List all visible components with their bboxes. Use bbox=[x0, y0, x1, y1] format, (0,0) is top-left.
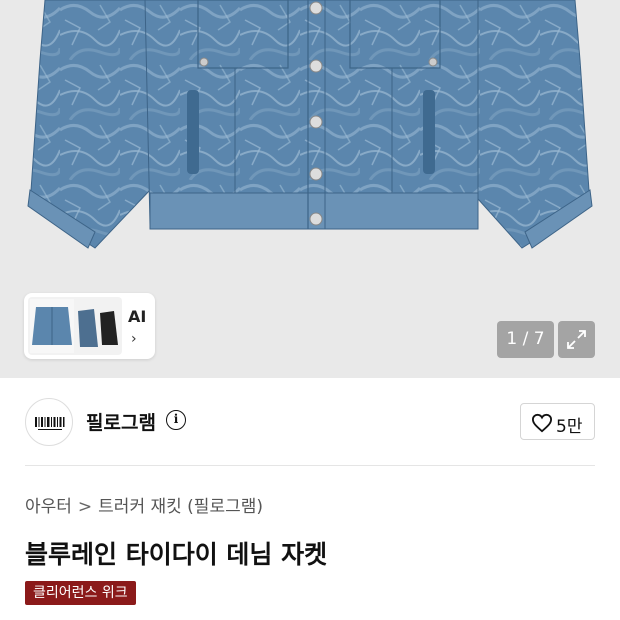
product-image-gallery[interactable]: AI › 1 / 7 bbox=[0, 0, 620, 378]
ai-label: AI bbox=[128, 307, 147, 326]
divider bbox=[25, 465, 595, 466]
image-counter: 1 / 7 bbox=[497, 321, 554, 358]
breadcrumb-separator: > bbox=[77, 497, 93, 517]
ai-recommendation-chip[interactable]: AI › bbox=[24, 293, 155, 359]
expand-button[interactable] bbox=[558, 321, 595, 358]
chevron-right-icon: › bbox=[131, 331, 137, 347]
breadcrumb-category[interactable]: 아우터 bbox=[25, 497, 72, 517]
ai-thumbnails bbox=[28, 297, 122, 355]
brand-row: 필로그램 i 5만 bbox=[0, 378, 620, 466]
breadcrumb: 아우터 > 트러커 재킷 (필로그램) bbox=[25, 492, 263, 517]
brand-name[interactable]: 필로그램 bbox=[86, 408, 156, 435]
brand-logo[interactable] bbox=[25, 398, 73, 446]
info-icon[interactable]: i bbox=[166, 410, 186, 430]
product-title: 블루레인 타이다이 데님 자켓 bbox=[25, 540, 328, 569]
breadcrumb-subcategory[interactable]: 트러커 재킷 (필로그램) bbox=[98, 497, 263, 517]
like-count: 5만 bbox=[556, 417, 583, 437]
promo-badge: 클리어런스 위크 bbox=[25, 581, 136, 605]
like-button[interactable]: 5만 bbox=[520, 403, 595, 440]
expand-icon bbox=[567, 330, 586, 349]
heart-icon bbox=[531, 413, 553, 433]
